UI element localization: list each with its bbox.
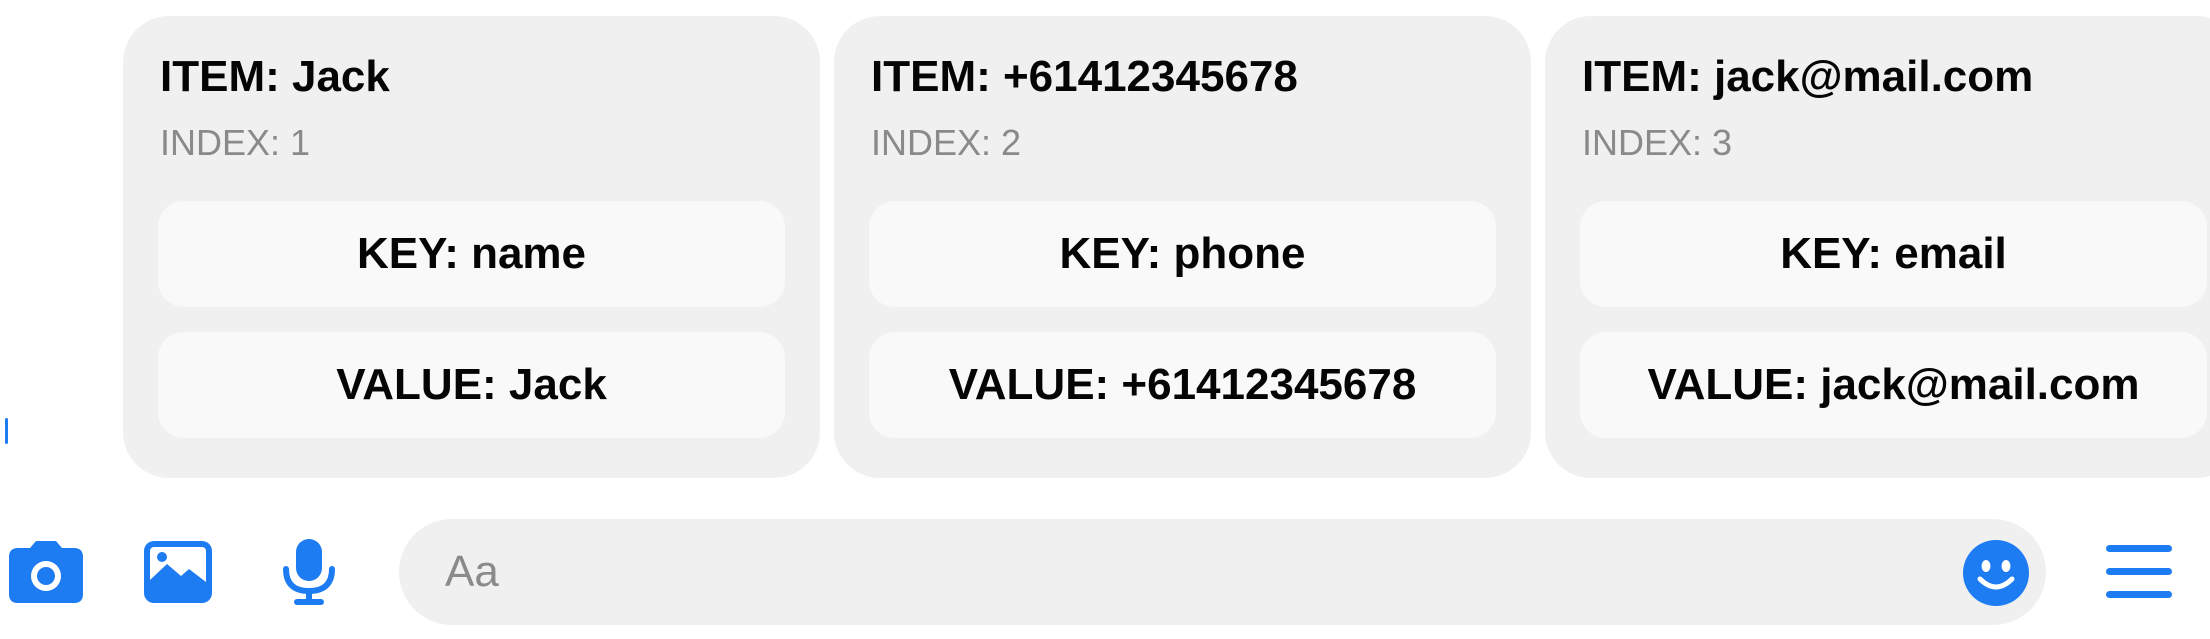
card-value-button[interactable]: VALUE: +61412345678	[869, 332, 1496, 438]
microphone-icon	[283, 539, 335, 605]
item-card[interactable]: ITEM: Jack INDEX: 1 KEY: name VALUE: Jac…	[123, 16, 820, 478]
card-index-label: INDEX: 2	[871, 122, 1022, 163]
emoji-icon	[1963, 540, 2029, 606]
card-value-button[interactable]: VALUE: jack@mail.com	[1580, 332, 2207, 438]
card-key-button[interactable]: KEY: phone	[869, 201, 1496, 307]
card-item-title: ITEM: +61412345678	[871, 52, 1298, 101]
card-item-title: ITEM: jack@mail.com	[1582, 52, 2034, 101]
camera-icon	[9, 541, 83, 603]
card-key-button[interactable]: KEY: name	[158, 201, 785, 307]
item-card[interactable]: ITEM: +61412345678 INDEX: 2 KEY: phone V…	[834, 16, 1531, 478]
scroll-edge-indicator	[5, 418, 8, 444]
photo-gallery-button[interactable]	[143, 540, 213, 604]
image-icon	[144, 541, 212, 603]
camera-button[interactable]	[8, 540, 84, 604]
voice-message-button[interactable]	[280, 537, 338, 607]
menu-button[interactable]	[2104, 543, 2174, 601]
emoji-button[interactable]	[1962, 539, 2030, 607]
messenger-screen: ITEM: Jack INDEX: 1 KEY: name VALUE: Jac…	[0, 0, 2210, 639]
card-index-label: INDEX: 3	[1582, 122, 1733, 163]
card-item-title: ITEM: Jack	[160, 52, 390, 101]
card-carousel[interactable]: ITEM: Jack INDEX: 1 KEY: name VALUE: Jac…	[123, 16, 2210, 478]
menu-icon	[2106, 545, 2172, 598]
message-input[interactable]	[445, 519, 1905, 625]
card-index-label: INDEX: 1	[160, 122, 311, 163]
message-composer[interactable]	[399, 519, 2046, 625]
card-value-button[interactable]: VALUE: Jack	[158, 332, 785, 438]
item-card[interactable]: ITEM: jack@mail.com INDEX: 3 KEY: email …	[1545, 16, 2210, 478]
card-key-button[interactable]: KEY: email	[1580, 201, 2207, 307]
